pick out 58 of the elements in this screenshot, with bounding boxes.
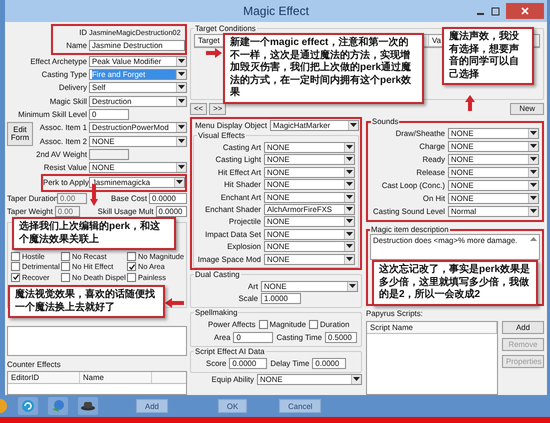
maximize-icon[interactable] [491, 6, 500, 16]
checkbox[interactable] [308, 320, 318, 330]
dropdown-arrow-icon [344, 242, 354, 252]
dropdown-arrow-icon [347, 282, 357, 291]
callout-arrow [465, 95, 475, 111]
checkbox[interactable] [11, 252, 20, 261]
dropdown-arrow-icon [176, 163, 186, 172]
dropdown-arrow-icon [528, 155, 538, 164]
dropdown-arrow-icon [344, 254, 354, 264]
dropdown-arrow-icon [528, 207, 538, 216]
dropdown-arrow-icon [528, 181, 538, 190]
dropdown-arrow-icon [344, 230, 354, 239]
checkbox[interactable] [127, 262, 136, 272]
checkbox[interactable] [11, 262, 20, 272]
scroll-up-icon[interactable] [530, 236, 537, 241]
dropdown-arrow-icon [351, 374, 361, 384]
annotation-callout: 魔法视觉效果，喜欢的话随便找一个魔法换上去就好了 [8, 285, 165, 318]
checkbox[interactable] [61, 262, 70, 272]
dropdown-arrow-icon [176, 56, 186, 66]
close-icon [521, 7, 529, 15]
annotation-callout: 这次忘记改了，事实是perk效果是多少倍，这里就填写多少倍，我做的是2，所以一会改成2 [372, 260, 538, 306]
callout-arrow [206, 48, 222, 58]
dropdown-arrow-icon [528, 194, 538, 203]
checkbox[interactable] [61, 272, 70, 282]
dropdown-arrow-icon [344, 168, 354, 177]
dropdown-arrow-icon [344, 192, 354, 202]
dropdown-arrow-icon [344, 217, 354, 226]
close-button[interactable] [506, 3, 544, 19]
annotation-callout: 选择我们上次编辑的perk，和这个魔法效果关联上 [12, 217, 176, 250]
dropdown-arrow-icon [174, 178, 184, 188]
dropdown-arrow-icon [528, 142, 538, 151]
checkbox[interactable] [61, 252, 70, 261]
dropdown-arrow-icon [344, 155, 354, 164]
list-box[interactable] [7, 326, 187, 356]
callout-arrow [165, 298, 184, 308]
window-title: Magic Effect [243, 4, 309, 18]
dropdown-arrow-icon [348, 120, 358, 130]
dropdown-arrow-icon [176, 136, 186, 146]
checkbox[interactable] [11, 272, 20, 282]
dropdown-arrow-icon [344, 180, 354, 190]
checkbox[interactable] [258, 320, 268, 330]
dropdown-arrow-icon [176, 70, 186, 80]
dropdown-arrow-icon [176, 83, 186, 92]
dropdown-arrow-icon [528, 168, 538, 177]
taskbar-icon[interactable] [78, 397, 98, 415]
dropdown-arrow-icon [344, 143, 354, 152]
circle-arrow-icon [21, 399, 35, 413]
input-field[interactable] [89, 148, 129, 160]
taskbar-icon[interactable] [18, 397, 38, 415]
dropdown-arrow-icon [176, 123, 186, 132]
annotation-callout: 魔法声效，我没有选择，想要声音的同学可以自己选择 [442, 27, 534, 85]
checkbox[interactable] [127, 272, 136, 282]
hat-icon [80, 401, 96, 411]
dropdown-arrow-icon [176, 96, 186, 106]
checkbox[interactable] [127, 252, 136, 261]
dropdown-arrow-icon [344, 205, 354, 214]
annotation-callout: 新建一个magic effect，注意和第一次的不一样，这次是通过魔法的方法，实现增加毁灭伤害，我们把上次做的perk通过魔法的方式，在一定时间内拥有这个perk效果 [223, 33, 424, 104]
dropdown-arrow-icon [528, 129, 538, 138]
